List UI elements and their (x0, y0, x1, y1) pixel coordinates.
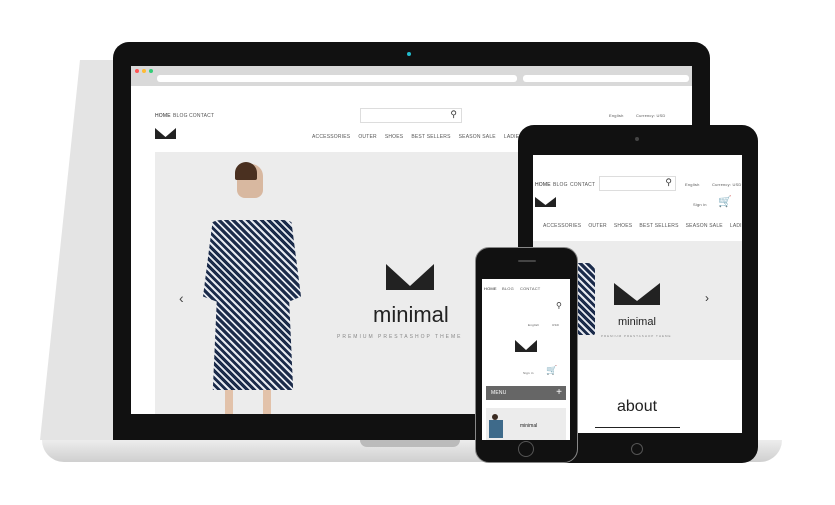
language-select[interactable]: English (528, 323, 539, 327)
nav-contact[interactable]: CONTACT (189, 113, 214, 119)
nav-blog[interactable]: BLOG (502, 286, 514, 291)
search-icon[interactable]: ⚲ (556, 301, 562, 310)
brand-tagline: PREMIUM PRESTASHOP THEME (601, 334, 672, 338)
camera-icon (635, 137, 639, 141)
menu-shoes[interactable]: SHOES (385, 134, 404, 140)
brand-name: minimal (373, 302, 449, 327)
home-button[interactable] (518, 441, 534, 457)
mobile-menu-label: MENU (491, 390, 507, 396)
product-banner: minimal (486, 408, 566, 440)
menu-ladies[interactable]: LADIES (730, 223, 742, 229)
search-input[interactable]: ⚲ (360, 108, 462, 123)
divider (595, 427, 680, 428)
model-leg (263, 390, 271, 414)
menu-best-sellers[interactable]: BEST SELLERS (639, 223, 678, 229)
model-leg (225, 390, 233, 414)
menu-accessories[interactable]: ACCESSORIES (543, 223, 581, 229)
home-button[interactable] (631, 443, 643, 455)
menu-accessories[interactable]: ACCESSORIES (312, 134, 350, 140)
nav-home[interactable]: HOME (155, 113, 171, 119)
search-input[interactable]: ⚲ (599, 176, 676, 191)
cart-icon[interactable]: 🛒 (546, 365, 557, 376)
currency-select[interactable]: USD (552, 323, 559, 327)
laptop-notch (360, 440, 460, 447)
logo-icon[interactable] (535, 197, 556, 207)
cart-icon[interactable]: 🛒 (718, 195, 732, 208)
sign-in-link[interactable]: Sign in (523, 371, 534, 375)
menu-shoes[interactable]: SHOES (614, 223, 633, 229)
maximize-dot-icon[interactable] (149, 69, 153, 73)
main-menu: ACCESSORIES OUTER SHOES BEST SELLERS SEA… (312, 134, 523, 140)
nav-contact[interactable]: CONTACT (570, 182, 595, 188)
browser-chrome (131, 66, 692, 86)
logo-icon[interactable] (515, 340, 537, 352)
currency-select[interactable]: Currency: USD (712, 182, 742, 187)
mobile-menu-bar[interactable]: MENU + (486, 386, 566, 400)
plus-icon: + (556, 387, 562, 398)
nav-home[interactable]: HOME (535, 182, 551, 188)
model-shirt (489, 420, 503, 438)
phone-screen: HOME BLOG CONTACT ⚲ English USD Sign in … (482, 279, 570, 440)
about-heading: about (617, 398, 658, 415)
model-dress (203, 220, 301, 390)
prev-slide-icon[interactable]: ‹ (179, 290, 184, 306)
logo-icon[interactable] (155, 128, 176, 139)
main-menu: ACCESSORIES OUTER SHOES BEST SELLERS SEA… (543, 223, 742, 229)
menu-outer[interactable]: OUTER (358, 134, 377, 140)
browser-search[interactable] (523, 75, 689, 82)
menu-best-sellers[interactable]: BEST SELLERS (411, 134, 450, 140)
search-icon[interactable]: ⚲ (665, 177, 672, 188)
nav-blog[interactable]: BLOG (553, 182, 568, 188)
brand-tagline: PREMIUM PRESTASHOP THEME (337, 334, 463, 340)
camera-icon (407, 52, 411, 56)
brand-name: minimal (618, 316, 656, 328)
brand-name: minimal (520, 423, 538, 429)
brand-logo-icon (386, 264, 434, 290)
search-icon[interactable]: ⚲ (450, 109, 457, 120)
nav-blog[interactable]: BLOG (173, 113, 188, 119)
nav-home[interactable]: HOME (484, 286, 497, 291)
next-slide-icon[interactable]: › (705, 291, 709, 305)
menu-outer[interactable]: OUTER (588, 223, 607, 229)
menu-season-sale[interactable]: SEASON SALE (686, 223, 723, 229)
menu-season-sale[interactable]: SEASON SALE (459, 134, 496, 140)
nav-contact[interactable]: CONTACT (520, 286, 540, 291)
brand-logo-icon (614, 283, 660, 305)
speaker (518, 260, 536, 262)
model-hair (235, 162, 257, 180)
language-select[interactable]: English (609, 113, 624, 118)
address-bar[interactable] (157, 75, 517, 82)
currency-select[interactable]: Currency: USD (636, 113, 666, 118)
minimize-dot-icon[interactable] (142, 69, 146, 73)
language-select[interactable]: English (685, 182, 700, 187)
close-dot-icon[interactable] (135, 69, 139, 73)
sign-in-link[interactable]: Sign in (693, 202, 707, 207)
